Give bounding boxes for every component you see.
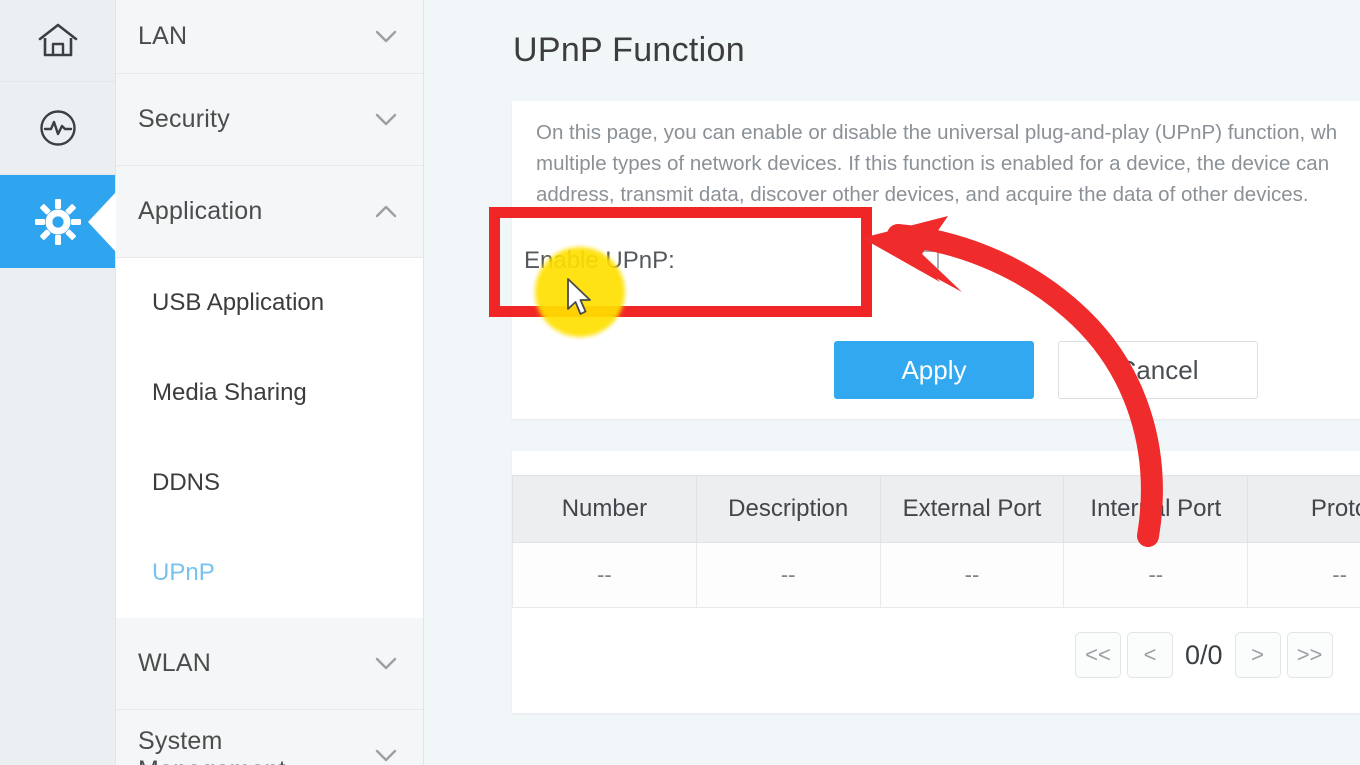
sidebar-group-label: System Management — [138, 726, 286, 765]
chevron-down-icon — [375, 749, 397, 762]
chevron-down-icon — [375, 657, 397, 670]
column-header-internal-port: Internal Port — [1063, 475, 1249, 543]
pagination-last-button[interactable]: >> — [1286, 632, 1333, 678]
rail-item-settings[interactable] — [0, 175, 115, 268]
pagination-count: 0/0 — [1185, 639, 1223, 670]
sidebar-item-ddns[interactable]: DDNS — [116, 438, 423, 528]
sidebar-group-system-management[interactable]: System Management — [116, 710, 423, 765]
pagination-next-button[interactable]: > — [1234, 632, 1281, 678]
chevron-up-icon — [375, 205, 397, 218]
column-header-external-port: External Port — [879, 475, 1065, 543]
sidebar-submenu-application: USB Application Media Sharing DDNS UPnP — [116, 258, 423, 618]
form-actions: Apply Cancel — [834, 341, 1258, 399]
sidebar-group-label: WLAN — [138, 649, 212, 677]
rail-item-diagnostics[interactable] — [0, 82, 115, 175]
chevron-down-icon — [375, 113, 397, 126]
sidebar-group-label: Security — [138, 105, 230, 133]
cell-number: -- — [512, 542, 697, 608]
sidebar-group-wlan[interactable]: WLAN — [116, 618, 423, 710]
sidebar-item-media-sharing[interactable]: Media Sharing — [116, 348, 423, 438]
sidebar-item-label: Media Sharing — [152, 379, 307, 406]
gear-icon — [34, 198, 81, 245]
cell-internal-port: -- — [1063, 542, 1249, 608]
column-header-protocol: Proto — [1247, 475, 1360, 543]
sidebar-group-application[interactable]: Application — [116, 166, 423, 258]
pagination-first-button[interactable]: << — [1075, 632, 1121, 678]
cell-external-port: -- — [879, 542, 1065, 608]
apply-button[interactable]: Apply — [834, 341, 1034, 399]
diagnostics-icon — [39, 110, 76, 146]
chevron-down-icon — [375, 30, 397, 43]
page-description: On this page, you can enable or disable … — [536, 121, 1338, 206]
sidebar-group-security[interactable]: Security — [116, 74, 423, 166]
sidebar-item-label: DDNS — [152, 469, 221, 496]
router-admin-screen: LAN Security Application USB Application… — [0, 0, 1360, 765]
enable-upnp-label: Enable UPnP: — [524, 247, 675, 274]
icon-rail — [0, 0, 116, 765]
column-header-description: Description — [695, 475, 881, 543]
enable-upnp-checkbox[interactable] — [918, 250, 939, 271]
port-mapping-table: Number Description External Port Interna… — [512, 475, 1360, 608]
enable-upnp-row: Enable UPnP: — [512, 232, 942, 290]
sidebar-item-usb-application[interactable]: USB Application — [116, 258, 423, 348]
table-row: -- -- -- -- -- — [512, 542, 1360, 608]
sidebar-nav: LAN Security Application USB Application… — [116, 0, 424, 765]
table-header-row: Number Description External Port Interna… — [512, 475, 1360, 543]
pagination: << < 0/0 > >> — [1072, 632, 1336, 678]
sidebar-group-label: LAN — [138, 22, 188, 50]
sidebar-item-upnp[interactable]: UPnP — [116, 528, 423, 618]
pagination-prev-button[interactable]: < — [1127, 632, 1173, 678]
column-header-number: Number — [512, 475, 697, 543]
cancel-button[interactable]: Cancel — [1058, 341, 1258, 399]
sidebar-group-label: Application — [138, 197, 263, 225]
cell-protocol: -- — [1247, 542, 1360, 608]
sidebar-item-label: USB Application — [152, 289, 325, 316]
cell-description: -- — [695, 542, 881, 608]
home-icon — [38, 23, 77, 56]
page-title: UPnP Function — [513, 31, 745, 69]
rail-item-home[interactable] — [0, 0, 115, 82]
main-content: UPnP Function On this page, you can enab… — [424, 0, 1360, 765]
sidebar-item-label: UPnP — [152, 559, 215, 586]
sidebar-group-lan[interactable]: LAN — [116, 0, 423, 74]
